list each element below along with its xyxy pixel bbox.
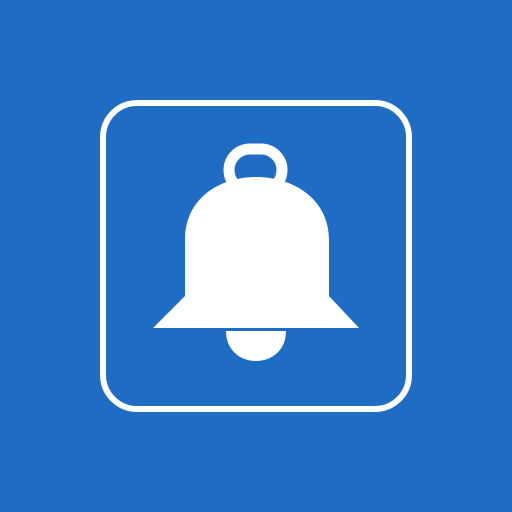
app-icon-graphic: [0, 0, 512, 512]
app-icon-canvas: [0, 0, 512, 512]
